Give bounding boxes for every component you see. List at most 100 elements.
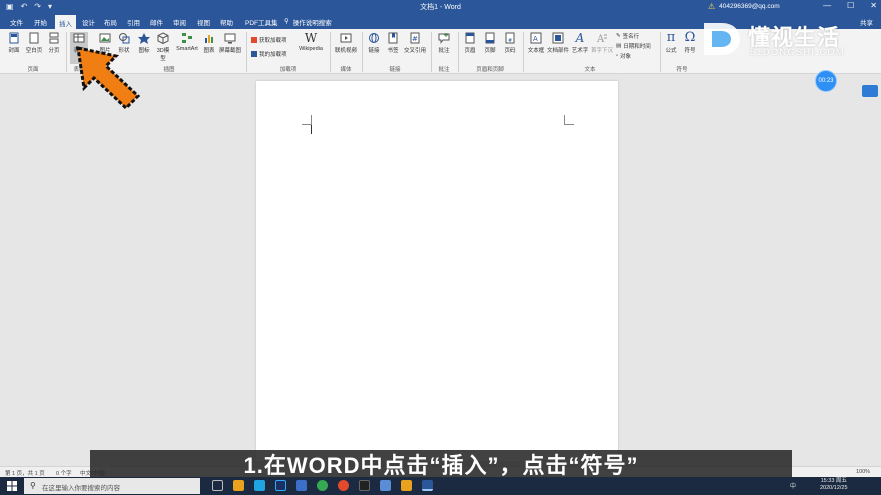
pointer-arrow-icon (76, 46, 141, 111)
quick-parts-button[interactable]: 文档部件 (547, 32, 569, 54)
quick-parts-icon (552, 32, 564, 44)
screenshot-button[interactable]: 屏幕截图 (218, 32, 242, 54)
ribbon-separator (660, 32, 661, 72)
chart-button[interactable]: 图表 (202, 32, 216, 54)
tab-mailings[interactable]: 邮件 (146, 16, 167, 28)
ribbon-separator (66, 32, 67, 72)
logo-text-en: 51DONGSHI.COM (750, 47, 846, 57)
page-number-icon: # (505, 32, 515, 44)
tab-view[interactable]: 视图 (193, 16, 214, 28)
document-page[interactable] (256, 81, 618, 461)
object-icon: ▫ (616, 53, 618, 59)
taskbar-clock[interactable]: 15:33 周五 2020/12/25 (820, 478, 848, 492)
get-addins-button[interactable]: 获取加载项 (251, 36, 287, 44)
header-button[interactable]: 页眉 (462, 32, 478, 54)
account-email[interactable]: 404296369@qq.com (719, 3, 779, 10)
tab-help[interactable]: 帮助 (216, 16, 237, 28)
svg-text:A: A (596, 34, 605, 44)
group-label-symbols: 符号 (676, 67, 688, 73)
equation-button[interactable]: π 公式 (663, 30, 679, 54)
taskbar-search-box[interactable]: ⚲ 在这里输入你要搜索的内容 (24, 478, 200, 494)
input-method-indicator[interactable]: 中 (790, 481, 796, 490)
date-time-button[interactable]: ▤ 日期和时间 (616, 42, 651, 50)
svg-text:#: # (412, 35, 418, 43)
page-break-button[interactable]: 分页 (46, 32, 62, 54)
my-addins-button[interactable]: 我的加载项 (251, 50, 287, 58)
signature-line-button[interactable]: ✎ 签名行 (616, 32, 639, 40)
ribbon-separator (523, 32, 524, 72)
tell-me-label: 操作说明搜索 (292, 20, 332, 27)
link-icon (369, 33, 379, 43)
taskbar-app-chrome[interactable] (338, 480, 349, 491)
tab-pdf-tools[interactable]: PDF工具集 (241, 16, 282, 28)
3d-model-button[interactable]: 3D模型 (154, 32, 172, 62)
page-count[interactable]: 第 1 页，共 1 页 (5, 469, 45, 477)
equation-icon: π (666, 30, 676, 45)
tab-layout[interactable]: 布局 (100, 16, 121, 28)
bookmark-button[interactable]: 书签 (385, 32, 401, 54)
smartart-button[interactable]: SmartArt (174, 32, 200, 52)
cover-page-button[interactable]: 封面 (6, 32, 22, 54)
close-button[interactable]: ✕ (870, 1, 877, 10)
clock-date: 2020/12/25 (820, 485, 848, 491)
drop-cap-button[interactable]: A 首字下沉 (591, 32, 613, 54)
online-video-button[interactable]: 联机视频 (334, 32, 358, 54)
logo-mark-icon (704, 23, 740, 55)
new-comment-button[interactable]: 批注 (435, 32, 453, 54)
ribbon-separator (431, 32, 432, 72)
page-number-button[interactable]: # 页码 (502, 32, 518, 54)
account-area[interactable]: ⚠ 404296369@qq.com (708, 2, 780, 11)
tab-references[interactable]: 引用 (123, 16, 144, 28)
ribbon-separator (330, 32, 331, 72)
side-toolbar-icon[interactable] (862, 85, 878, 97)
minimize-button[interactable]: — (823, 1, 831, 10)
footer-button[interactable]: 页脚 (482, 32, 498, 54)
taskbar-app-word[interactable] (422, 480, 433, 491)
taskbar-app-media[interactable] (401, 480, 412, 491)
object-button[interactable]: ▫ 对象 (616, 52, 631, 60)
taskbar-app-explorer[interactable] (233, 480, 244, 491)
header-icon (465, 32, 475, 44)
calendar-icon: ▤ (616, 43, 622, 49)
taskbar-app-recorder[interactable] (359, 480, 370, 491)
taskbar-app-wechat[interactable] (317, 480, 328, 491)
lightbulb-icon: ⚲ (284, 18, 289, 25)
windows-start-icon[interactable] (7, 481, 17, 491)
tab-insert[interactable]: 插入 (55, 15, 76, 29)
taskbar-app-photoshop[interactable] (275, 480, 286, 491)
screenshot-icon (224, 33, 236, 44)
wikipedia-button[interactable]: W Wikipedia (297, 32, 325, 52)
title-bar: ▣ ↶ ↷ ▾ 文档1 - Word ⚠ 404296369@qq.com — … (0, 0, 881, 14)
tab-design[interactable]: 设计 (78, 16, 99, 28)
taskbar-app-mail[interactable] (296, 480, 307, 491)
comment-icon (438, 33, 450, 44)
cross-ref-icon: # (410, 32, 420, 44)
taskbar-app-task-view[interactable] (212, 480, 223, 491)
signature-icon: ✎ (616, 33, 621, 39)
tell-me-search[interactable]: ⚲ 操作说明搜索 (284, 17, 332, 27)
recording-timer: 00:23 (815, 70, 837, 92)
symbol-button[interactable]: Ω 符号 (682, 31, 698, 54)
tab-review[interactable]: 审阅 (169, 16, 190, 28)
maximize-button[interactable]: ☐ (847, 1, 854, 10)
tab-home[interactable]: 开始 (30, 16, 51, 28)
taskbar-app-files[interactable] (380, 480, 391, 491)
blank-page-button[interactable]: 空白页 (24, 32, 44, 54)
zoom-level[interactable]: 100% (856, 469, 870, 475)
group-label-links: 链接 (389, 67, 401, 73)
cross-reference-button[interactable]: # 交叉引用 (403, 32, 427, 54)
crop-mark-top-right (564, 115, 574, 125)
word-count[interactable]: 0 个字 (56, 469, 72, 477)
blank-page-icon (29, 32, 39, 44)
tab-file[interactable]: 文件 (6, 16, 27, 28)
my-addins-icon (251, 51, 257, 57)
taskbar-app-edge[interactable] (254, 480, 265, 491)
group-label-addins: 加载项 (279, 67, 297, 73)
cover-page-icon (9, 32, 19, 44)
online-video-icon (340, 33, 352, 43)
textbox-button[interactable]: A 文本框 (527, 32, 545, 54)
wordart-button[interactable]: A 艺术字 (571, 32, 589, 54)
taskbar-apps (212, 480, 433, 491)
link-button[interactable]: 链接 (366, 32, 382, 54)
group-label-pages: 页面 (27, 67, 39, 73)
